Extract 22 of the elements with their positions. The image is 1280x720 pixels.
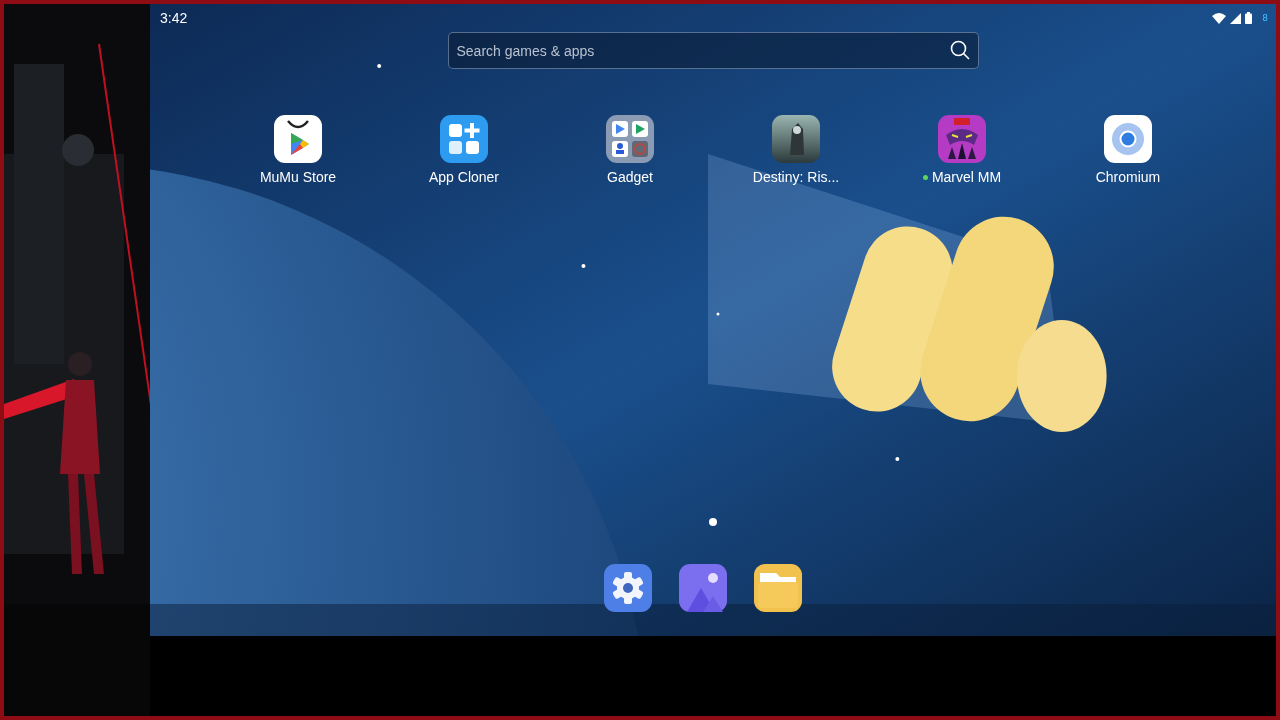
game-icon[interactable] <box>938 115 986 163</box>
app-cloner-icon[interactable] <box>440 115 488 163</box>
store-bag-icon[interactable] <box>274 115 322 163</box>
game-icon[interactable] <box>772 115 820 163</box>
app-label[interactable]: Marvel MM <box>931 169 1002 185</box>
search-icon[interactable] <box>949 40 970 60</box>
settings-icon[interactable] <box>604 564 652 612</box>
app-label[interactable]: Chromium <box>1095 169 1161 185</box>
clock-time: 3:42 <box>160 10 188 26</box>
search-field[interactable]: Search games & apps <box>447 32 979 69</box>
app-label[interactable]: MuMu Store <box>259 169 337 185</box>
chromium-icon[interactable] <box>1104 115 1152 163</box>
app-folder-icon[interactable] <box>606 115 654 163</box>
signal-icon <box>1230 12 1242 24</box>
app-label[interactable]: Destiny: Ris... <box>752 169 840 185</box>
notification-count: 8 <box>1262 13 1268 23</box>
app-label[interactable]: App Cloner <box>428 169 499 185</box>
gallery-icon[interactable] <box>679 564 727 612</box>
app-label[interactable]: Gadget <box>607 169 653 185</box>
battery-icon <box>1245 12 1253 24</box>
wifi-icon <box>1212 12 1227 24</box>
folder-icon[interactable] <box>754 564 802 612</box>
